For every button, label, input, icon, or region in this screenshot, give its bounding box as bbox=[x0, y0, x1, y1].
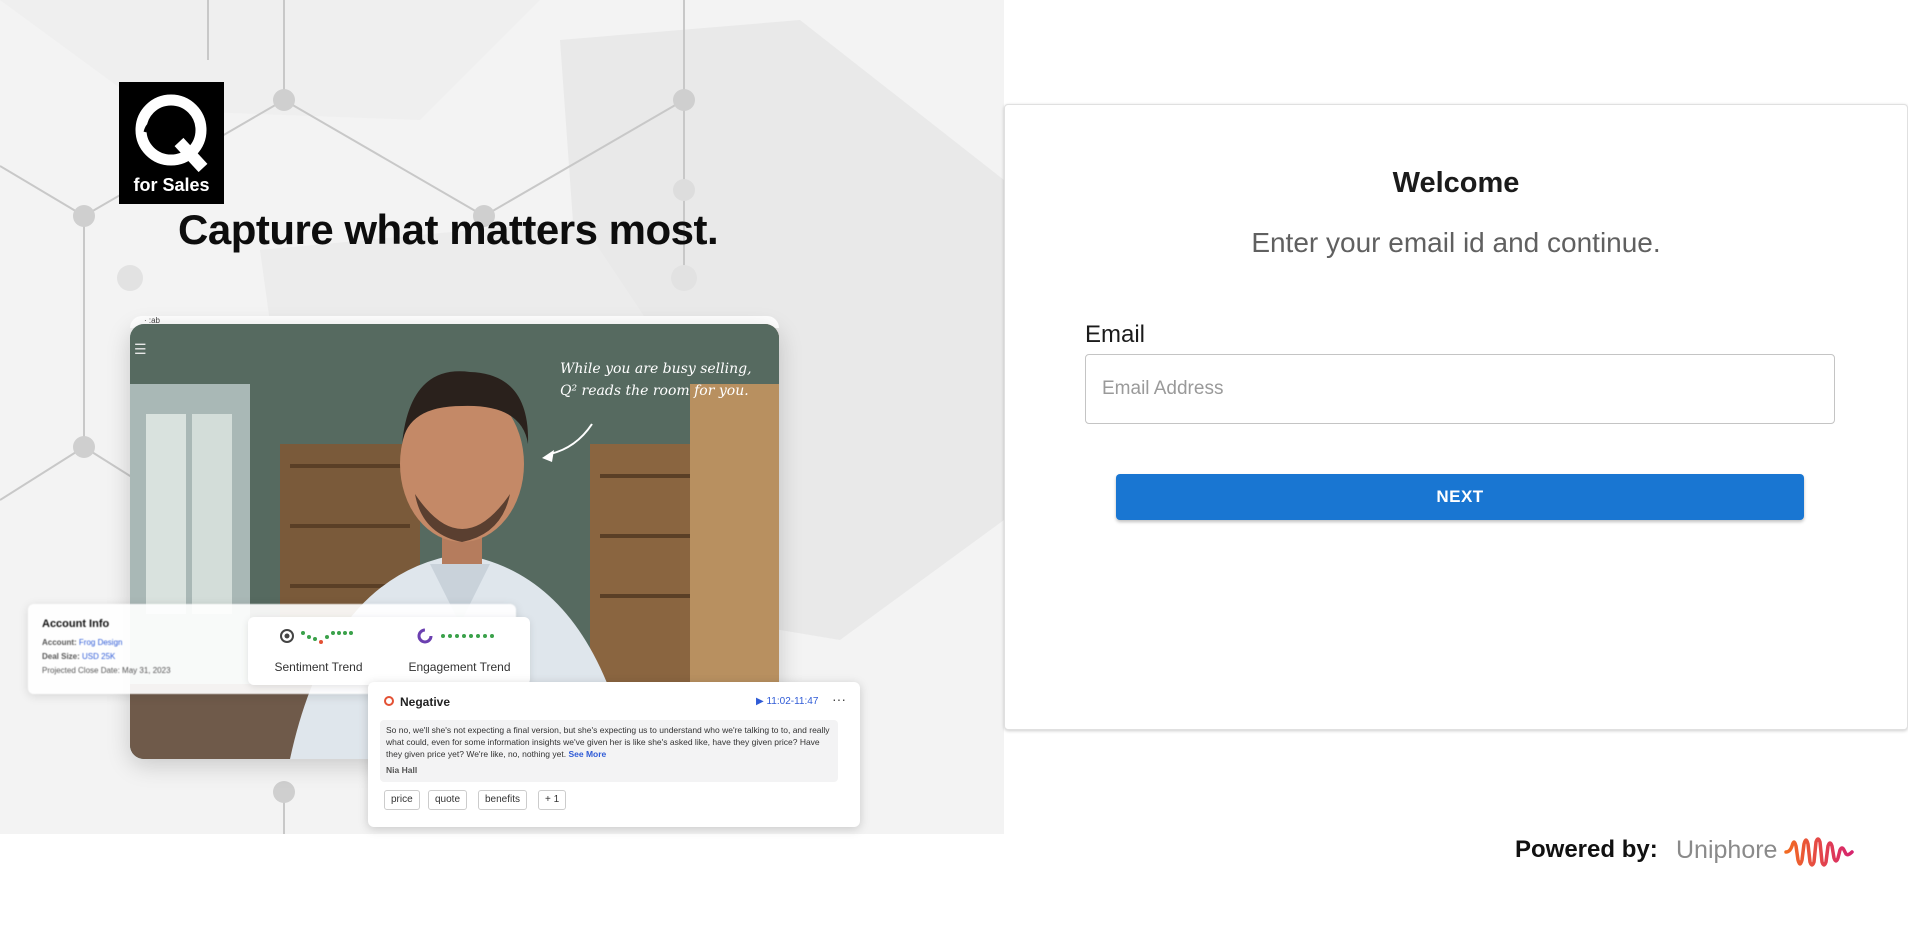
video-caption-line-2: Q² reads the room for you. bbox=[560, 383, 749, 399]
q-for-sales-logo: for Sales bbox=[119, 82, 224, 204]
play-icon[interactable]: ▶ bbox=[756, 696, 764, 707]
video-caption-line-1: While you are busy selling, bbox=[560, 361, 752, 377]
transcript-text: So no, we'll she's not expecting a final… bbox=[386, 725, 830, 759]
transcript-paragraph: So no, we'll she's not expecting a final… bbox=[386, 724, 832, 760]
uniphore-wave-icon bbox=[1784, 837, 1854, 867]
engagement-trend-label: Engagement Trend bbox=[408, 660, 511, 674]
negative-icon bbox=[384, 696, 394, 706]
negative-title: Negative bbox=[400, 695, 451, 709]
welcome-title: Welcome bbox=[1392, 167, 1520, 199]
menu-icon[interactable]: ☰ bbox=[134, 341, 147, 358]
uniphore-name: Uniphore bbox=[1676, 836, 1778, 864]
welcome-subtitle: Enter your email id and continue. bbox=[1251, 227, 1661, 258]
account-label: Account: bbox=[42, 638, 77, 647]
account-line: Account: Frog Design bbox=[42, 638, 122, 647]
deal-size-value: USD 25K bbox=[82, 652, 116, 661]
trend-card: Sentiment Trend Engagement Trend bbox=[248, 617, 530, 685]
sentiment-trend-label: Sentiment Trend bbox=[274, 660, 363, 674]
email-label: Email bbox=[1085, 321, 1146, 348]
engagement-trend: Engagement Trend bbox=[389, 627, 530, 674]
more-icon[interactable]: ··· bbox=[832, 691, 846, 707]
q-logo-icon bbox=[135, 94, 208, 172]
account-value: Frog Design bbox=[78, 638, 123, 647]
negative-time-range: 11:02-11:47 bbox=[766, 696, 819, 707]
account-info-title: Account Info bbox=[42, 618, 110, 630]
powered-by-label: Powered by: bbox=[1515, 836, 1658, 863]
tag-chip[interactable]: + 1 bbox=[538, 790, 567, 810]
tag-chip[interactable]: benefits bbox=[478, 790, 528, 810]
negative-moment-card: Negative ▶ 11:02-11:47 ··· So no, we'll … bbox=[368, 682, 860, 827]
sentiment-icon bbox=[279, 629, 353, 644]
close-date-line: Projected Close Date: May 31, 2023 bbox=[42, 666, 171, 675]
deal-size-line: Deal Size: USD 25K bbox=[42, 652, 115, 661]
tagline: Capture what matters most. bbox=[178, 206, 719, 253]
see-more-link[interactable]: See More bbox=[568, 749, 606, 759]
email-field[interactable] bbox=[1085, 354, 1835, 424]
tag-chip[interactable]: price bbox=[384, 790, 420, 810]
next-button[interactable]: NEXT bbox=[1116, 474, 1804, 520]
video-caption: While you are busy selling, Q² reads the… bbox=[560, 358, 760, 402]
tag-chip[interactable]: quote bbox=[428, 790, 468, 810]
sentiment-trend: Sentiment Trend bbox=[248, 627, 389, 674]
logo-caption: for Sales bbox=[133, 175, 210, 195]
negative-transcript: So no, we'll she's not expecting a final… bbox=[380, 720, 838, 782]
negative-timestamp[interactable]: ▶ 11:02-11:47 bbox=[756, 696, 818, 707]
engagement-icon bbox=[417, 628, 494, 644]
deal-size-label: Deal Size: bbox=[42, 652, 80, 661]
login-card: Welcome Enter your email id and continue… bbox=[1004, 104, 1908, 730]
speaker-name: Nia Hall bbox=[386, 765, 418, 775]
